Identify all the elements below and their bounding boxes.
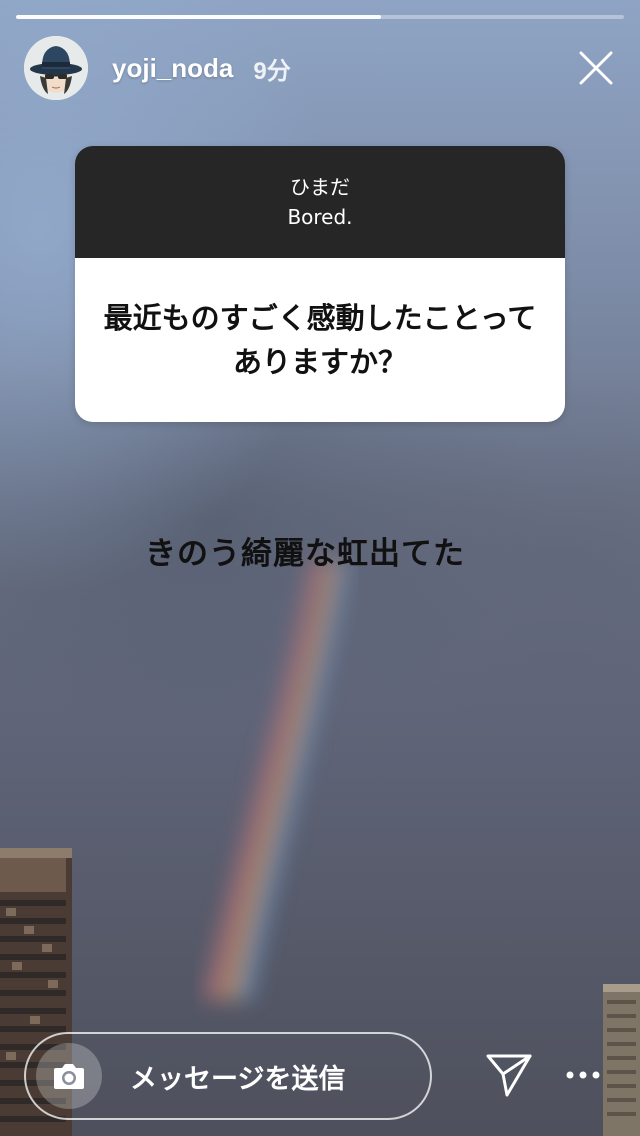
more-options-button[interactable] [560, 1055, 606, 1095]
user-avatar-hat-icon[interactable] [24, 36, 88, 100]
answer-text: きのう綺麗な虹出てた [145, 536, 465, 572]
question-text: 最近ものすごく感動したことってありますか？ [75, 258, 565, 422]
message-input[interactable]: メッセージを送信 [24, 1032, 432, 1120]
story-header: yoji_noda 9分 [24, 36, 616, 100]
story-progress-fill [16, 15, 381, 19]
responder-label-en: Bored. [287, 205, 353, 229]
post-time: 9分 [253, 57, 291, 85]
question-sticker-header: ひまだ Bored. [75, 146, 565, 258]
responder-label-ja: ひまだ [290, 175, 350, 199]
building-right [603, 984, 640, 1136]
more-dots-icon [566, 1071, 600, 1079]
close-icon [579, 51, 613, 85]
close-button[interactable] [576, 48, 616, 88]
question-sticker: ひまだ Bored. 最近ものすごく感動したことってありますか？ [75, 146, 565, 422]
paper-plane-icon [486, 1054, 532, 1097]
camera-icon [54, 1064, 84, 1089]
camera-button[interactable] [36, 1043, 102, 1109]
story-viewer: yoji_noda 9分 ひまだ Bored. 最近ものすごく感動したことってあ… [0, 0, 640, 1136]
send-button[interactable] [484, 1050, 534, 1100]
story-progress-bar [16, 15, 624, 19]
message-placeholder: メッセージを送信 [130, 1063, 346, 1095]
username[interactable]: yoji_noda [112, 53, 233, 84]
